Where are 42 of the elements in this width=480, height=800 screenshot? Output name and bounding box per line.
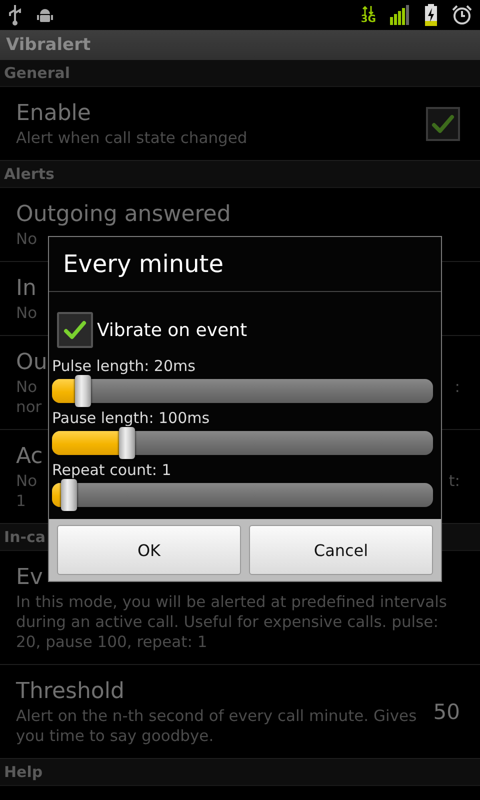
ok-button[interactable]: OK bbox=[57, 525, 241, 575]
checkbox[interactable] bbox=[426, 106, 460, 140]
slider-label: Repeat count: 1 bbox=[52, 460, 172, 480]
preference-title[interactable]: Enable bbox=[16, 99, 91, 128]
slider-thumb[interactable] bbox=[75, 375, 92, 407]
section-header: Alerts bbox=[4, 165, 54, 183]
preference-summary: Alert when call state changed bbox=[16, 128, 248, 148]
preference-summary: 1 bbox=[16, 491, 26, 511]
preference-summary: t: bbox=[448, 471, 460, 491]
preference-title[interactable]: In bbox=[16, 274, 36, 303]
section-header: In-ca bbox=[4, 528, 46, 546]
checkmark-icon bbox=[63, 318, 87, 342]
slider-label: Pause length: 100ms bbox=[52, 408, 210, 428]
preference-summary: Alert on the n-th second of every call minute. Gives you time to say goodbye. bbox=[16, 706, 418, 746]
preference-summary: nor bbox=[16, 397, 42, 417]
preference-title[interactable]: Ev bbox=[16, 563, 43, 592]
robot-icon bbox=[36, 6, 54, 24]
preference-title[interactable]: Threshold bbox=[16, 677, 124, 706]
slider-label: Pulse length: 20ms bbox=[52, 356, 196, 376]
preference-summary: : bbox=[454, 377, 460, 397]
preference-summary: No bbox=[16, 229, 38, 249]
preference-title[interactable]: Outgoing answered bbox=[16, 200, 231, 229]
alarm-clock-icon bbox=[452, 5, 472, 25]
preference-summary: No bbox=[16, 303, 38, 323]
section-header: General bbox=[4, 64, 70, 82]
preference-value: 50 bbox=[433, 700, 460, 724]
signal-icon bbox=[390, 5, 410, 25]
slider-thumb[interactable] bbox=[118, 427, 135, 459]
preference-summary: In this mode, you will be alerted at predefined intervals during an active call. Useful for expensive calls. pulse: 20, pause 100, repeat: 1 bbox=[16, 592, 448, 652]
cancel-button[interactable]: Cancel bbox=[249, 525, 433, 575]
preference-summary: No bbox=[16, 471, 38, 491]
app-title: Vibralert bbox=[6, 35, 91, 55]
checkbox-label[interactable]: Vibrate on event bbox=[97, 320, 248, 340]
preference-summary: No bbox=[16, 377, 38, 397]
battery-charging-icon bbox=[424, 4, 438, 26]
slider-thumb[interactable] bbox=[60, 479, 77, 511]
usb-icon bbox=[8, 4, 22, 26]
preference-title[interactable]: Ac bbox=[16, 442, 43, 471]
preference-title[interactable]: Ou bbox=[16, 348, 48, 377]
checkbox[interactable] bbox=[57, 312, 93, 348]
section-header: Help bbox=[4, 763, 43, 781]
dialog-title: Every minute bbox=[63, 250, 224, 278]
